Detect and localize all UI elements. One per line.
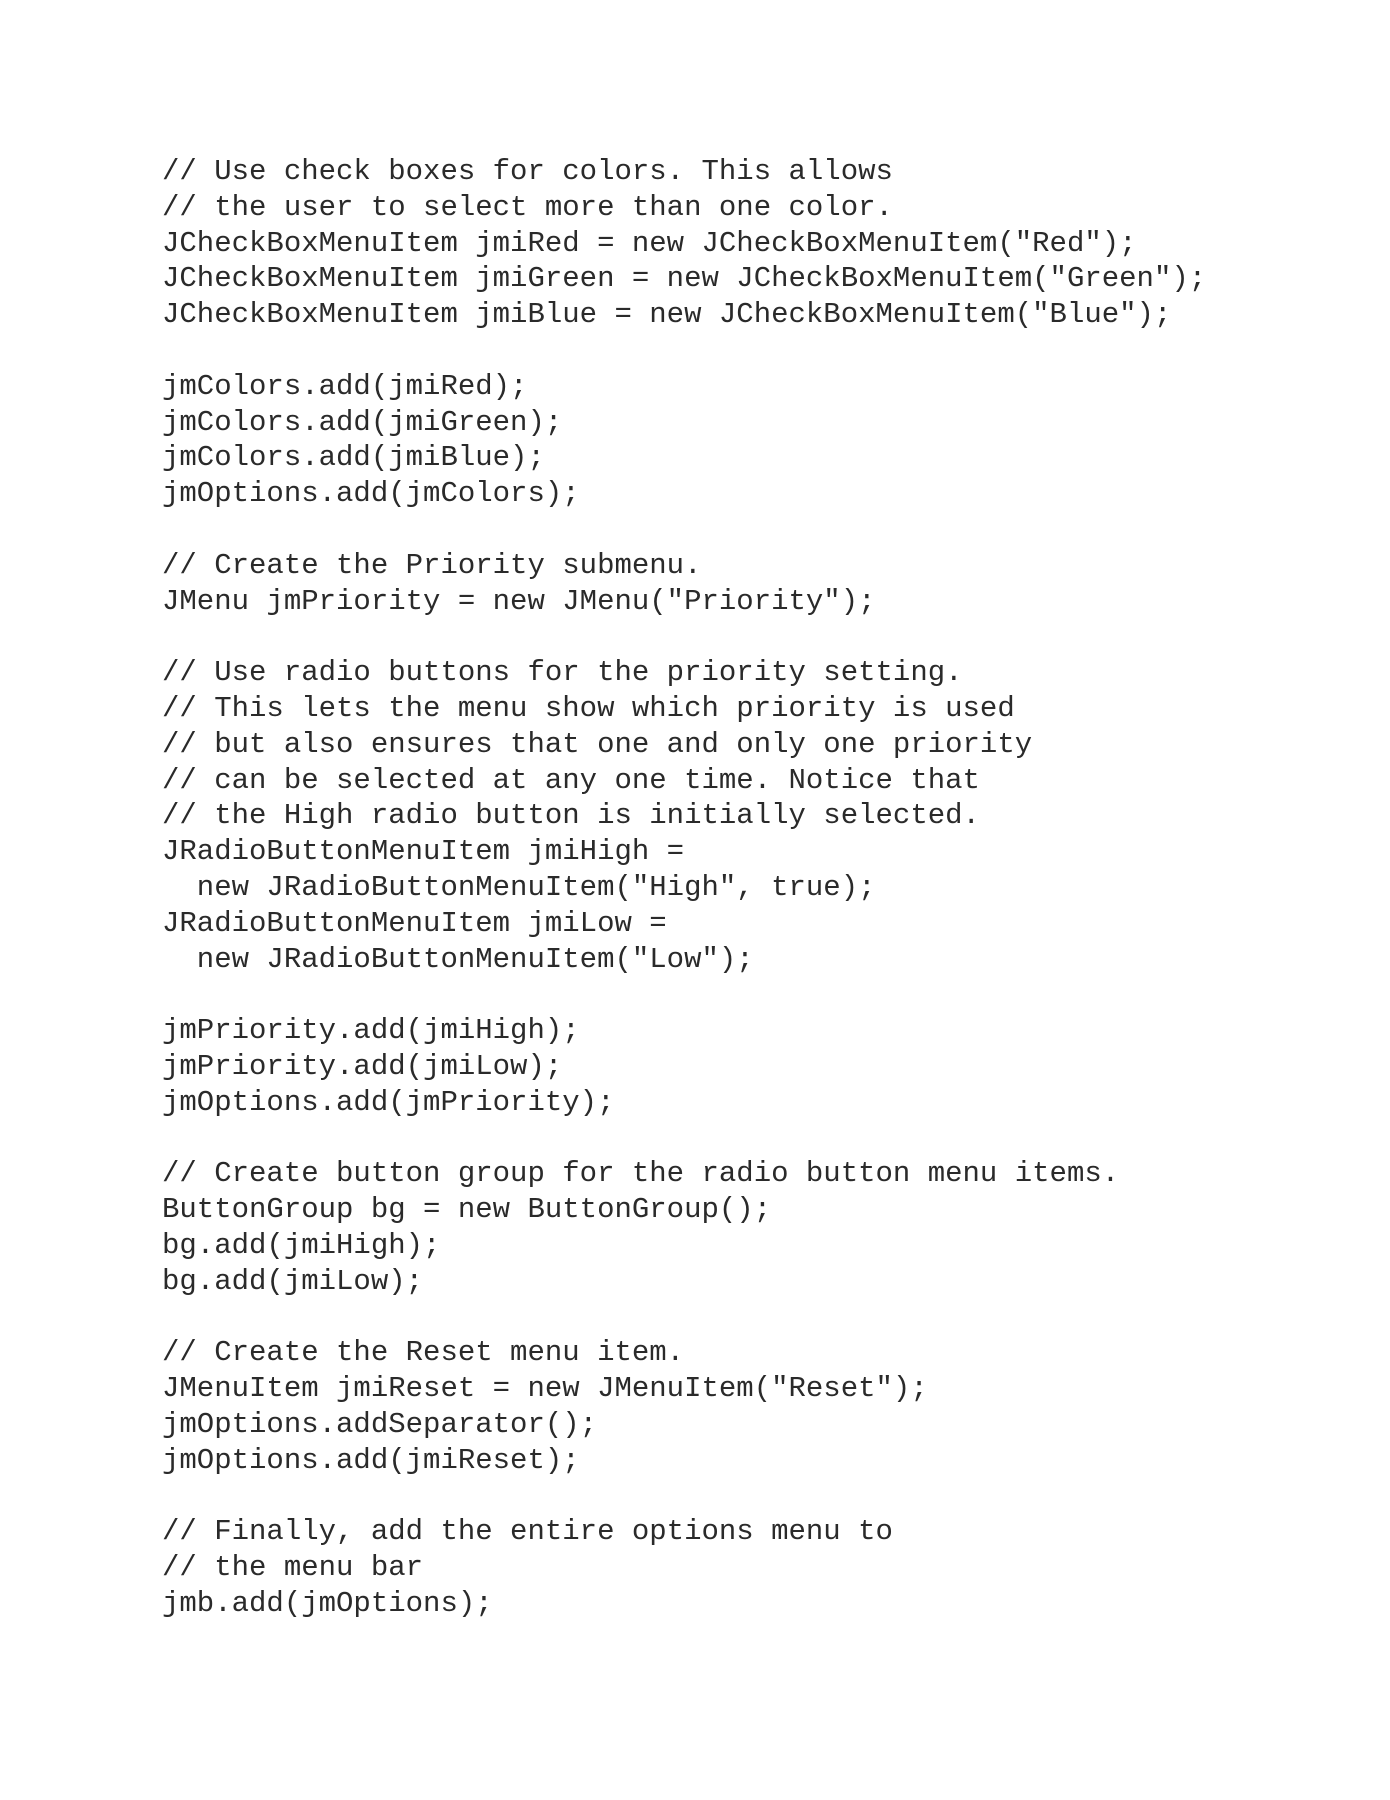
code-line: JCheckBoxMenuItem jmiBlue = new JCheckBo… — [162, 298, 1172, 332]
code-line: // Create the Reset menu item. — [162, 1336, 685, 1370]
code-line: JCheckBoxMenuItem jmiGreen = new JCheckB… — [162, 262, 1207, 296]
code-line: // the user to select more than one colo… — [162, 190, 893, 224]
code-line: // the High radio button is initially se… — [162, 799, 980, 833]
code-line: jmColors.add(jmiRed); — [162, 369, 528, 403]
code-line: new JRadioButtonMenuItem("Low"); — [162, 942, 754, 976]
code-line: JMenuItem jmiReset = new JMenuItem("Rese… — [162, 1372, 928, 1406]
code-line: bg.add(jmiHigh); — [162, 1228, 441, 1262]
code-line: jmPriority.add(jmiHigh); — [162, 1014, 580, 1048]
code-line: // but also ensures that one and only on… — [162, 727, 1033, 761]
document-page: // Use check boxes for colors. This allo… — [0, 0, 1390, 1800]
code-line: // Use radio buttons for the priority se… — [162, 656, 963, 690]
code-line: jmb.add(jmOptions); — [162, 1586, 493, 1620]
code-line: jmColors.add(jmiBlue); — [162, 441, 545, 475]
code-listing: // Use check boxes for colors. This allo… — [162, 154, 1206, 1622]
code-line: // Use check boxes for colors. This allo… — [162, 155, 893, 188]
code-line: new JRadioButtonMenuItem("High", true); — [162, 870, 876, 904]
code-line: jmOptions.add(jmPriority); — [162, 1085, 615, 1119]
code-line: jmOptions.addSeparator(); — [162, 1407, 598, 1441]
code-line: ButtonGroup bg = new ButtonGroup(); — [162, 1193, 772, 1227]
code-line: JMenu jmPriority = new JMenu("Priority")… — [162, 584, 876, 618]
code-line: // Create the Priority submenu. — [162, 548, 702, 582]
code-line: // can be selected at any one time. Noti… — [162, 763, 980, 797]
code-line: bg.add(jmiLow); — [162, 1264, 424, 1298]
code-line: // Create button group for the radio but… — [162, 1157, 1120, 1191]
code-line: jmPriority.add(jmiLow); — [162, 1049, 563, 1083]
code-line: JRadioButtonMenuItem jmiHigh = — [162, 835, 685, 869]
code-line: jmOptions.add(jmColors); — [162, 477, 580, 511]
code-line: JRadioButtonMenuItem jmiLow = — [162, 906, 667, 940]
code-line: // Finally, add the entire options menu … — [162, 1515, 893, 1549]
code-line: JCheckBoxMenuItem jmiRed = new JCheckBox… — [162, 226, 1137, 260]
code-line: jmColors.add(jmiGreen); — [162, 405, 563, 439]
code-line: jmOptions.add(jmiReset); — [162, 1443, 580, 1477]
code-line: // the menu bar — [162, 1551, 424, 1585]
code-line: // This lets the menu show which priorit… — [162, 691, 1015, 725]
